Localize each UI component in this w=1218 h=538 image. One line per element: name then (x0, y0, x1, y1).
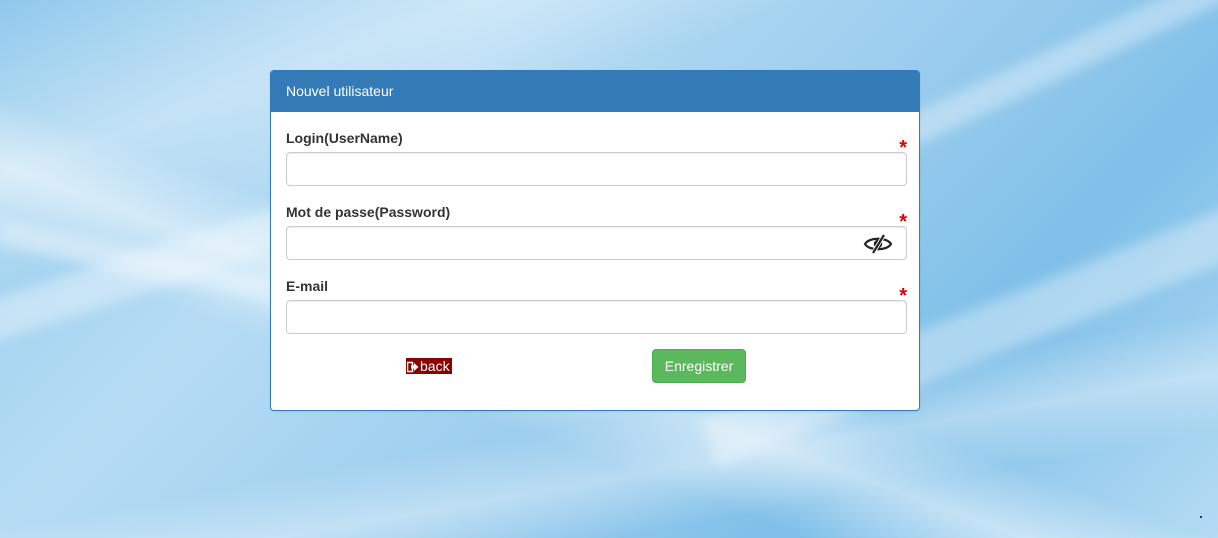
login-input[interactable] (286, 152, 907, 186)
save-button[interactable]: Enregistrer (652, 349, 746, 383)
password-input[interactable] (286, 226, 907, 260)
sign-out-arrow-icon (406, 360, 419, 373)
login-label: Login(UserName) (286, 130, 403, 146)
new-user-panel: Nouvel utilisateur Login(UserName) * Mot… (270, 70, 920, 411)
eye-slash-icon[interactable] (863, 233, 893, 255)
panel-title: Nouvel utilisateur (271, 71, 919, 112)
corner-dot (1200, 516, 1202, 518)
email-input[interactable] (286, 300, 907, 334)
background-streak (900, 0, 1218, 148)
email-label: E-mail (286, 278, 329, 294)
back-label: back (420, 358, 450, 374)
back-link[interactable]: back (406, 358, 452, 374)
password-label: Mot de passe(Password) (286, 204, 451, 220)
